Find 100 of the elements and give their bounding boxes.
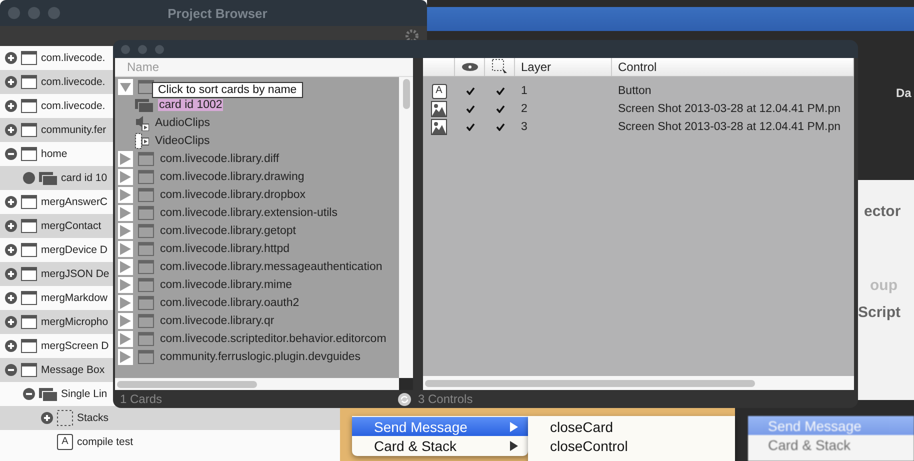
menu-item[interactable]: Send Message [352, 417, 528, 436]
selectable-checkmark[interactable] [496, 105, 504, 113]
expand-arrow-icon[interactable] [118, 313, 133, 329]
stack-name: card id 10 [61, 172, 108, 184]
tree-item[interactable]: com.livecode.library.getopt [159, 225, 297, 237]
settings-icon[interactable] [405, 29, 419, 43]
expand-icon[interactable] [5, 124, 17, 136]
layer-number: 3 [521, 121, 528, 133]
stack-name: compile test [77, 436, 134, 448]
stack-name: community.fer [41, 124, 106, 136]
window-icon [21, 123, 37, 137]
window-icon [138, 278, 154, 292]
control-row[interactable]: 3 Screen Shot 2013-03-28 at 12.04.41 PM.pn [423, 118, 854, 136]
tree-item[interactable]: com.livecode.library.dropbox [159, 189, 307, 201]
image-icon [431, 119, 447, 135]
expand-icon[interactable] [5, 340, 17, 352]
window-icon [138, 350, 154, 364]
expand-icon[interactable] [5, 52, 17, 64]
background-text: ector [864, 203, 901, 220]
tree-item[interactable]: com.livecode.library.oauth2 [159, 297, 300, 309]
scrollbar-thumb[interactable] [117, 380, 257, 388]
expand-icon[interactable] [5, 196, 17, 208]
expand-arrow-icon[interactable] [118, 259, 133, 275]
control-name: Button [618, 85, 652, 97]
window-icon [138, 224, 154, 238]
window-icon [21, 315, 37, 329]
stack-name: mergDevice D [41, 244, 108, 256]
tree-item[interactable]: com.livecode.library.messageauthentication [159, 261, 384, 273]
select-cursor-icon[interactable] [492, 59, 508, 75]
window-icon[interactable] [138, 80, 154, 94]
selectable-checkmark[interactable] [496, 123, 504, 131]
menu-item[interactable]: closeControl [528, 436, 735, 455]
stack-name: mergAnswerC [41, 196, 108, 208]
window-icon [21, 363, 37, 377]
tree-item[interactable]: com.livecode.library.qr [159, 315, 276, 327]
menu-item[interactable]: closeCard [528, 417, 735, 436]
visible-checkmark[interactable] [466, 87, 474, 95]
expand-arrow-icon[interactable] [118, 223, 133, 239]
control-row[interactable]: A 1 Button [423, 82, 854, 100]
expand-arrow-icon[interactable] [118, 331, 133, 347]
expand-arrow-icon[interactable] [118, 241, 133, 257]
scrollbar-thumb[interactable] [425, 380, 755, 386]
expand-icon[interactable] [5, 316, 17, 328]
window-icon [21, 243, 37, 257]
stack-name: com.livecode. [41, 100, 106, 112]
eye-icon[interactable] [462, 63, 478, 71]
collapse-icon[interactable] [5, 148, 17, 160]
tree-item[interactable]: VideoClips [154, 135, 211, 147]
window-icon [21, 267, 37, 281]
control-row[interactable]: 2 Screen Shot 2013-03-28 at 12.04.41 PM.pn [423, 100, 854, 118]
column-header[interactable]: Control [612, 58, 854, 76]
tree-item[interactable]: com.livecode.library.mime [159, 279, 294, 291]
visible-checkmark[interactable] [466, 105, 474, 113]
tree-item[interactable]: com.livecode.scripteditor.behavior.editorcom [159, 333, 388, 345]
expand-arrow-icon[interactable] [118, 295, 133, 311]
expand-icon[interactable] [5, 244, 17, 256]
stack-row[interactable]: Stacks [0, 406, 340, 430]
expand-icon[interactable] [5, 100, 17, 112]
expand-icon[interactable] [5, 268, 17, 280]
speaker-icon [135, 115, 149, 131]
stack-name: Message Box [41, 364, 105, 376]
tree-item[interactable]: community.ferruslogic.plugin.devguides [159, 351, 362, 363]
window-icon [21, 99, 37, 113]
stack-name: com.livecode. [41, 76, 106, 88]
layer-number: 1 [521, 85, 528, 97]
expand-arrow-icon[interactable] [118, 205, 133, 221]
expand-icon[interactable] [41, 412, 53, 424]
expand-icon[interactable] [5, 292, 17, 304]
stack-name: mergContact [41, 220, 102, 232]
tree-item[interactable]: com.livecode.library.diff [159, 153, 280, 165]
node-dot-icon [23, 172, 35, 184]
menu-item[interactable]: Card & Stack [352, 436, 528, 455]
cards-icon [39, 388, 57, 400]
tree-item[interactable]: card id 1002 [158, 99, 224, 111]
expand-icon[interactable] [5, 220, 17, 232]
window-icon [21, 195, 37, 209]
expand-arrow-icon[interactable] [118, 277, 133, 293]
collapse-icon[interactable] [5, 364, 17, 376]
window-icon [138, 242, 154, 256]
window-icon [21, 219, 37, 233]
column-header[interactable]: Layer [515, 58, 612, 76]
tree-item[interactable]: com.livecode.library.extension-utils [159, 207, 338, 219]
tree-item[interactable]: com.livecode.library.drawing [159, 171, 306, 183]
expand-arrow-icon[interactable] [118, 151, 133, 167]
stack-name: Stacks [77, 412, 109, 424]
expand-icon[interactable] [5, 76, 17, 88]
tree-item[interactable]: AudioClips [154, 117, 211, 129]
background-menu: Send Message Card & Stack [748, 416, 914, 461]
window-icon [138, 332, 154, 346]
expand-arrow-icon[interactable] [118, 169, 133, 185]
cards-icon [39, 172, 57, 184]
scrollbar-thumb[interactable] [402, 79, 410, 109]
expand-arrow-icon[interactable] [118, 349, 133, 365]
refresh-icon[interactable] [398, 392, 411, 406]
selectable-checkmark[interactable] [496, 87, 504, 95]
tree-item[interactable]: com.livecode.library.httpd [159, 243, 291, 255]
expand-arrow-icon[interactable] [118, 187, 133, 203]
collapse-icon[interactable] [23, 388, 35, 400]
group-icon [57, 410, 73, 426]
visible-checkmark[interactable] [466, 123, 474, 131]
